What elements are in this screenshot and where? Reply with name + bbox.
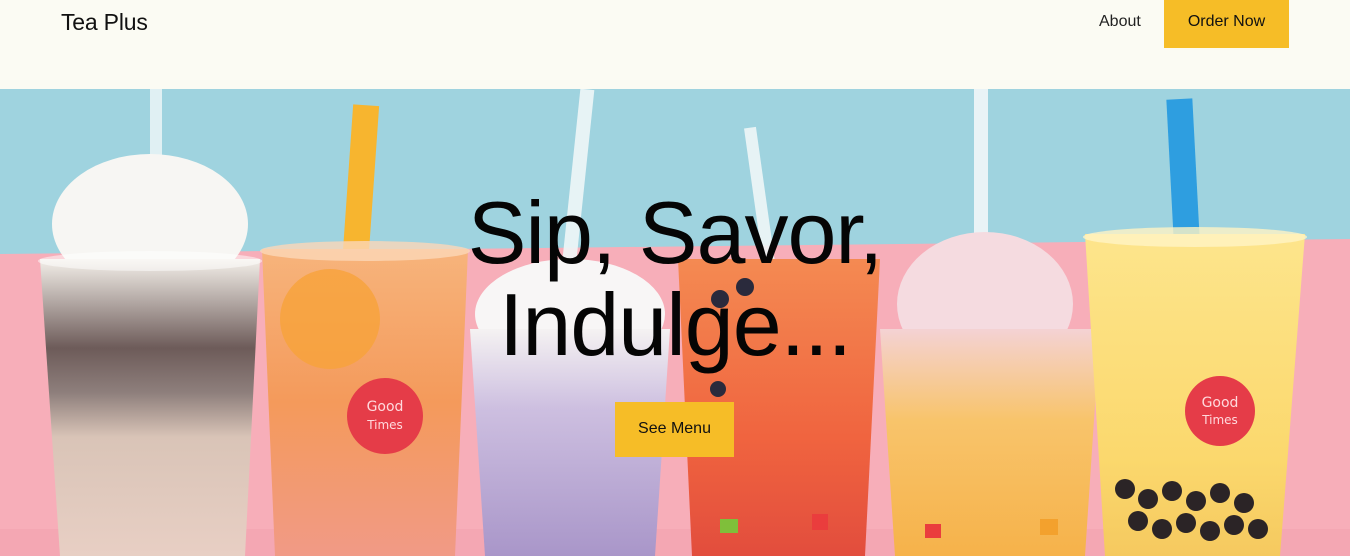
nav-link-about[interactable]: About [1099,12,1141,32]
good-times-sticker-icon [347,378,423,454]
hero-section: Good Times Good Times Sip, Savor, Indulg… [0,89,1350,556]
svg-text:Times: Times [366,418,403,432]
hero-title-line-2: Indulge... [498,275,852,374]
hero-title: Sip, Savor, Indulge... [0,187,1350,371]
order-now-button[interactable]: Order Now [1164,0,1289,48]
hero-title-line-1: Sip, Savor, [467,183,884,282]
svg-text:Times: Times [1201,413,1238,427]
good-times-sticker-icon-2 [1185,376,1255,446]
brand-logo-text[interactable]: Tea Plus [61,8,148,36]
svg-text:Good: Good [1202,395,1239,411]
sticker-text: Good [367,399,404,415]
see-menu-button[interactable]: See Menu [615,402,734,457]
site-header: Tea Plus About Order Now [0,0,1350,89]
